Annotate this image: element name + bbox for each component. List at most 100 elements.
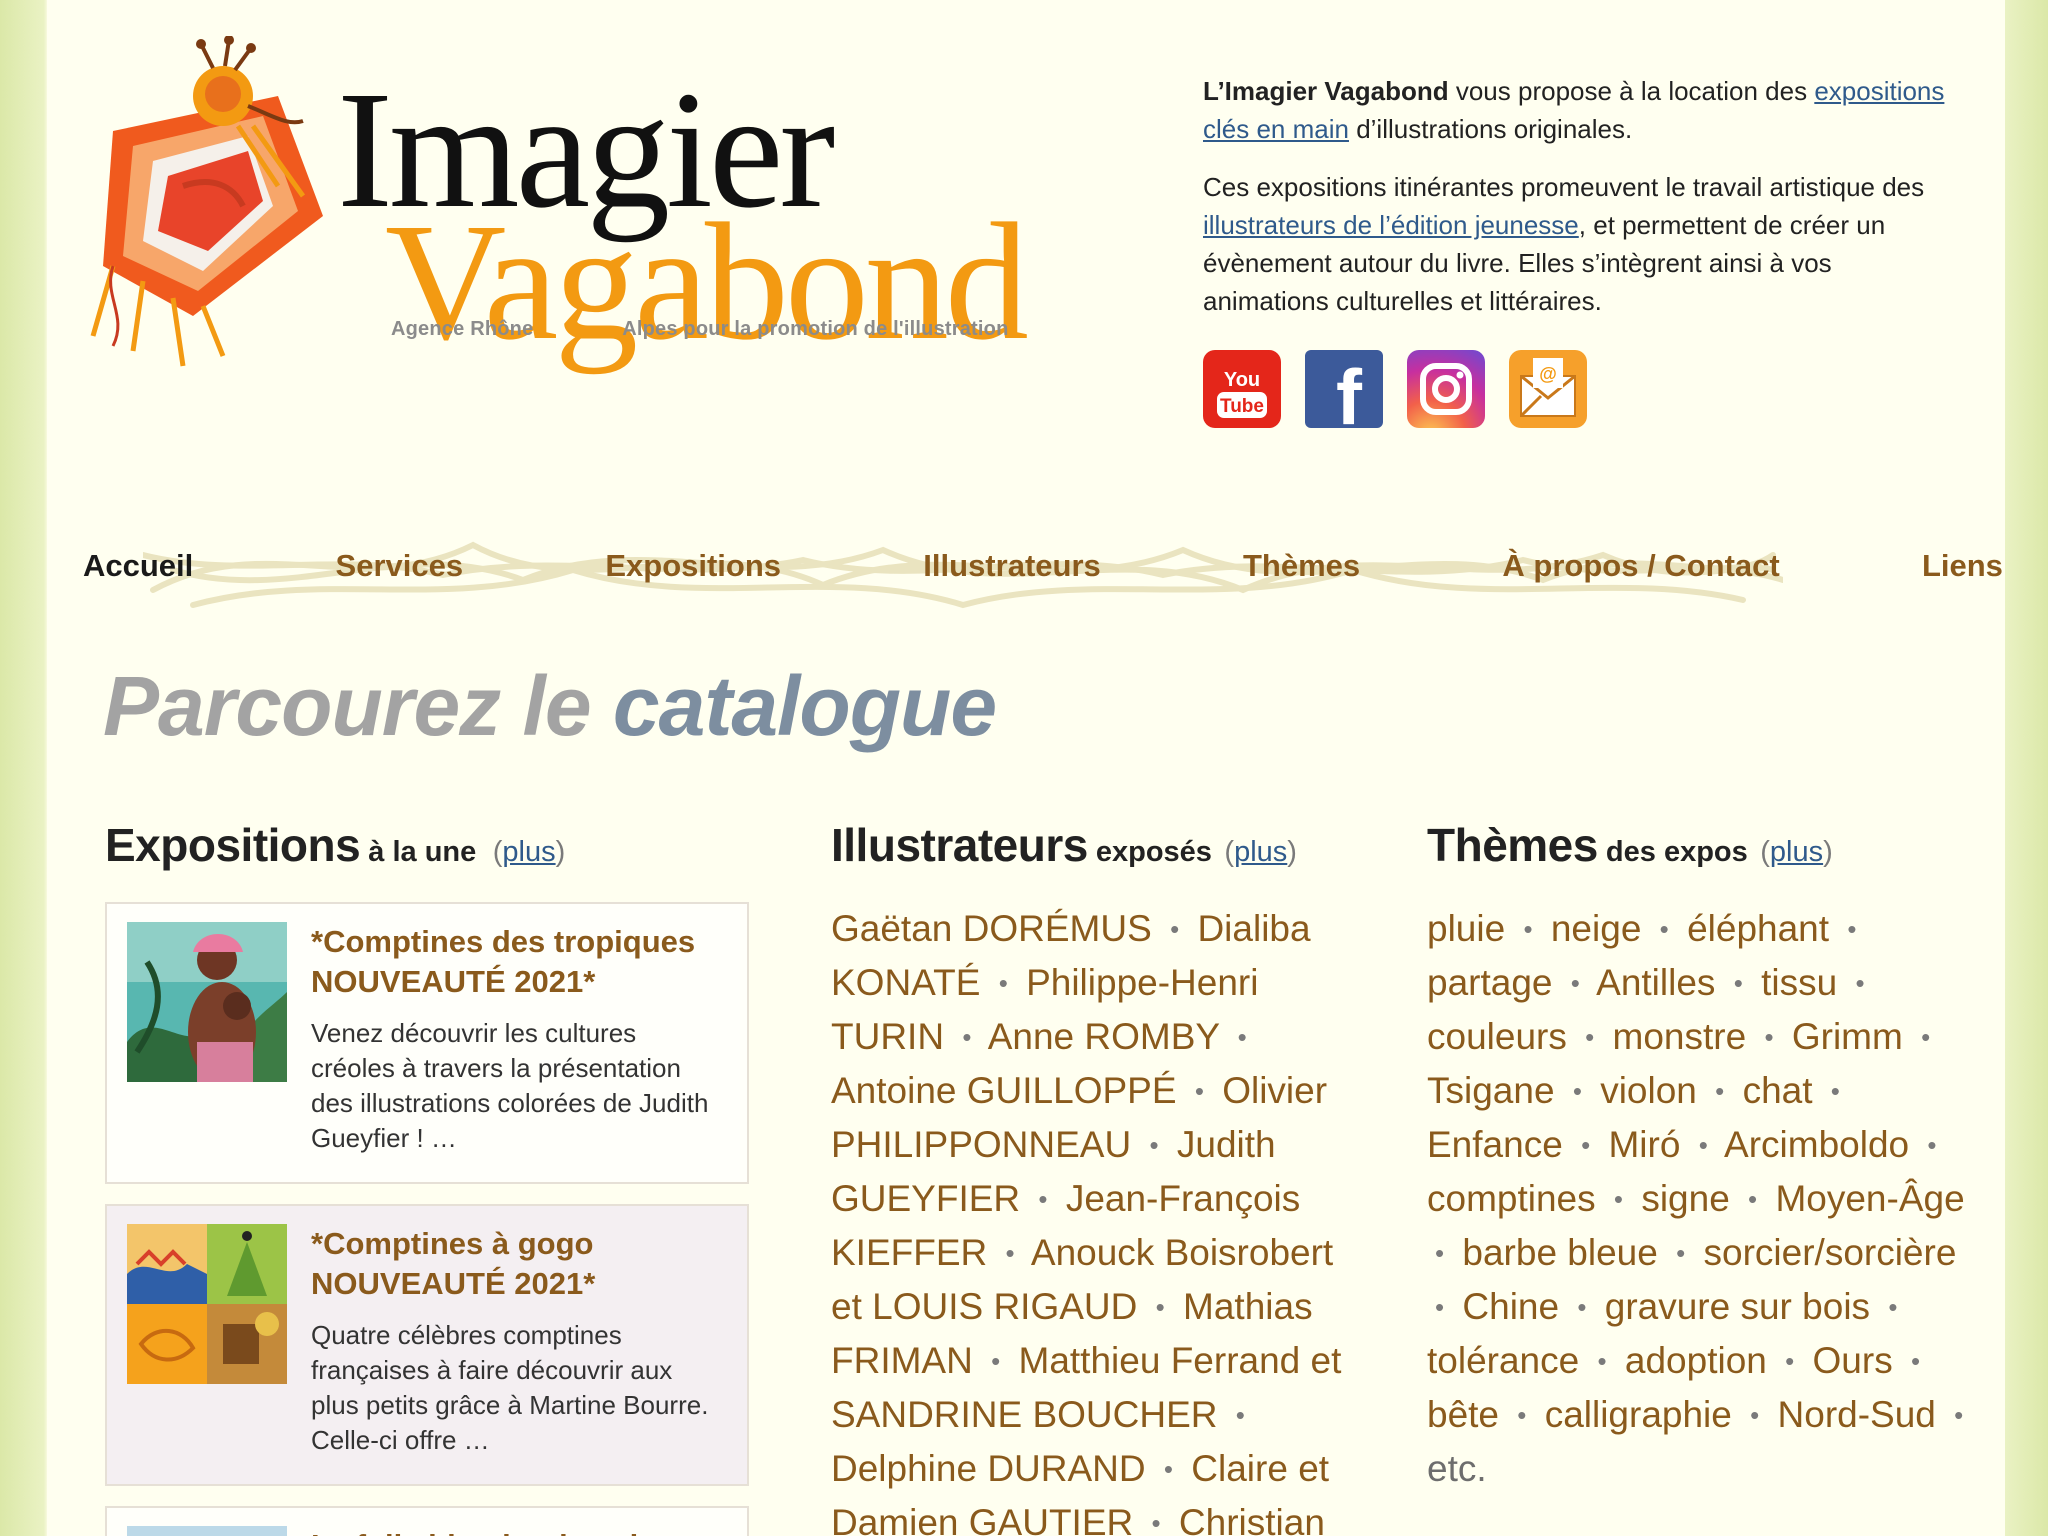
instagram-logo <box>1420 363 1472 415</box>
illustrateur-link[interactable]: Anne ROMBY <box>988 1016 1220 1057</box>
theme-link[interactable]: Antilles <box>1596 962 1715 1003</box>
paren-close: ) <box>1823 836 1833 868</box>
expositions-heading: Expositions à la une (plus) <box>105 818 749 872</box>
theme-link[interactable]: Tsigane <box>1427 1070 1555 1111</box>
theme-link[interactable]: Chine <box>1462 1286 1559 1327</box>
bullet-separator: • <box>962 1022 972 1052</box>
svg-text:Tube: Tube <box>1220 396 1264 417</box>
exposition-thumbnail <box>127 1224 287 1384</box>
intro-text-1: vous propose à la location des <box>1448 76 1815 106</box>
theme-link[interactable]: Miró <box>1608 1124 1680 1165</box>
illustrateurs-heading-big: Illustrateurs <box>831 819 1088 871</box>
theme-link[interactable]: chat <box>1743 1070 1813 1111</box>
bullet-separator: • <box>1921 1022 1931 1052</box>
logo-subtitle: Agence Rhône Alpes pour la promotion de … <box>391 318 1009 341</box>
theme-link[interactable]: violon <box>1600 1070 1697 1111</box>
theme-link[interactable]: Enfance <box>1427 1124 1563 1165</box>
nav-a-propos-contact[interactable]: À propos / Contact <box>1502 548 1779 584</box>
illustrateurs-list: Gaëtan DORÉMUS • Dialiba KONATÉ • Philip… <box>831 902 1351 1536</box>
theme-link[interactable]: pluie <box>1427 908 1505 949</box>
exposition-card[interactable]: La folle histoire des plantes <box>105 1506 749 1536</box>
illustrateur-link[interactable]: Delphine DURAND <box>831 1448 1146 1489</box>
svg-text:f: f <box>1336 353 1363 428</box>
theme-link[interactable]: couleurs <box>1427 1016 1567 1057</box>
bullet-separator: • <box>1005 1238 1015 1268</box>
expositions-heading-big: Exposition <box>105 819 336 871</box>
theme-link[interactable]: barbe bleue <box>1462 1232 1657 1273</box>
illustrateur-link[interactable]: Antoine GUILLOPPÉ <box>831 1070 1177 1111</box>
bullet-separator: • <box>1954 1400 1964 1430</box>
themes-heading-big: Thèmes <box>1427 819 1598 871</box>
social-links: You Tube f @ <box>1203 350 1587 428</box>
theme-link[interactable]: signe <box>1641 1178 1729 1219</box>
exposition-thumbnail <box>127 922 287 1082</box>
bullet-separator: • <box>1585 1022 1595 1052</box>
paren-open: ( <box>1760 836 1770 868</box>
nav-services[interactable]: Services <box>336 548 464 584</box>
theme-link[interactable]: Arcimboldo <box>1724 1124 1909 1165</box>
illustrateurs-heading: Illustrateurs exposés (plus) <box>831 818 1351 872</box>
nav-expositions[interactable]: Expositions <box>605 548 781 584</box>
theme-link[interactable]: Moyen-Âge <box>1775 1178 1964 1219</box>
logo-subtitle-left: Agence Rhône <box>391 318 534 340</box>
theme-link[interactable]: monstre <box>1613 1016 1747 1057</box>
theme-link[interactable]: comptines <box>1427 1178 1596 1219</box>
nav-items: Accueil Services Expositions Illustrateu… <box>83 548 2003 584</box>
youtube-logo: You Tube <box>1217 369 1267 418</box>
paren-open: ( <box>1224 836 1235 868</box>
expositions-more-link[interactable]: plus <box>502 836 555 868</box>
illustrateurs-more-link[interactable]: plus <box>1234 836 1287 868</box>
bullet-separator: • <box>1659 914 1669 944</box>
theme-link[interactable]: tolérance <box>1427 1340 1579 1381</box>
bullet-separator: • <box>1235 1400 1245 1430</box>
themes-more-link[interactable]: plus <box>1770 836 1823 868</box>
illustrateur-link[interactable]: Christian <box>1179 1502 1325 1536</box>
youtube-icon[interactable]: You Tube <box>1203 350 1281 428</box>
theme-link[interactable]: Grimm <box>1792 1016 1903 1057</box>
mail-icon[interactable]: @ <box>1509 350 1587 428</box>
theme-link[interactable]: Nord-Sud <box>1778 1394 1936 1435</box>
themes-heading: Thèmes des expos (plus) <box>1427 818 1987 872</box>
bullet-separator: • <box>991 1346 1001 1376</box>
theme-link[interactable]: sorcier/sorcière <box>1704 1232 1957 1273</box>
bullet-separator: • <box>1151 1508 1161 1536</box>
nav-themes[interactable]: Thèmes <box>1243 548 1360 584</box>
catalogue-title-part1: Parcourez le <box>103 659 613 753</box>
bullet-separator: • <box>1435 1292 1445 1322</box>
bullet-separator: • <box>1155 1292 1165 1322</box>
exposition-card-title[interactable]: *Comptines à gogo NOUVEAUTÉ 2021* <box>311 1224 727 1304</box>
theme-link[interactable]: adoption <box>1625 1340 1767 1381</box>
exposition-card-text: Quatre célèbres comptines françaises à f… <box>311 1320 709 1455</box>
envelope-logo: @ <box>1519 358 1576 418</box>
theme-link[interactable]: partage <box>1427 962 1553 1003</box>
site-logo[interactable]: Imagier Vagabond Agence Rhône Alpes pour… <box>73 36 1073 376</box>
nav-liens[interactable]: Liens <box>1922 548 2003 584</box>
intro-text-2: d’illustrations originales. <box>1348 114 1633 144</box>
bullet-separator: • <box>1581 1130 1591 1160</box>
illustrateur-link[interactable]: Gaëtan DORÉMUS <box>831 908 1152 949</box>
exposition-card-title[interactable]: *Comptines des tropiques NOUVEAUTÉ 2021* <box>311 922 727 1002</box>
bullet-separator: • <box>1847 914 1857 944</box>
nav-accueil[interactable]: Accueil <box>83 548 193 584</box>
exposition-card[interactable]: *Comptines des tropiques NOUVEAUTÉ 2021*… <box>105 902 749 1184</box>
facebook-icon[interactable]: f <box>1305 350 1383 428</box>
bullet-separator: • <box>998 968 1008 998</box>
instagram-icon[interactable] <box>1407 350 1485 428</box>
svg-text:@: @ <box>1539 364 1557 384</box>
exposition-card[interactable]: *Comptines à gogo NOUVEAUTÉ 2021* Quatre… <box>105 1204 749 1486</box>
theme-link[interactable]: éléphant <box>1687 908 1829 949</box>
bullet-separator: • <box>1733 968 1743 998</box>
paren-open: ( <box>492 836 503 868</box>
bullet-separator: • <box>1570 968 1580 998</box>
theme-link[interactable]: gravure sur bois <box>1605 1286 1870 1327</box>
exposition-card-title[interactable]: La folle histoire des plantes <box>311 1526 727 1536</box>
theme-link[interactable]: bête <box>1427 1394 1499 1435</box>
link-illustrateurs-jeunesse[interactable]: illustrateurs de l’édition jeunesse <box>1203 210 1579 240</box>
theme-link[interactable]: neige <box>1551 908 1642 949</box>
expositions-heading-small: à la une <box>360 836 477 868</box>
theme-link[interactable]: Ours <box>1813 1340 1893 1381</box>
nav-illustrateurs[interactable]: Illustrateurs <box>923 548 1100 584</box>
theme-link[interactable]: tissu <box>1761 962 1837 1003</box>
theme-link[interactable]: calligraphie <box>1545 1394 1732 1435</box>
intro-paragraph-1: L’Imagier Vagabond vous propose à la loc… <box>1203 72 1963 148</box>
